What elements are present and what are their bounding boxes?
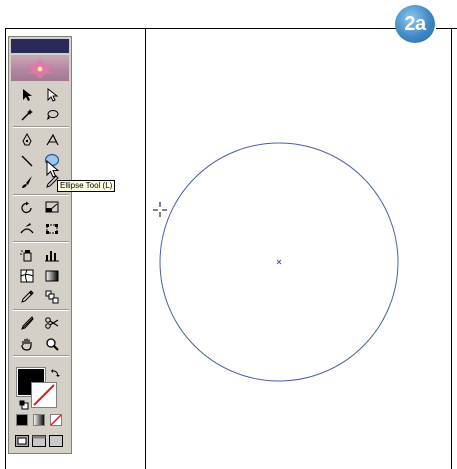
artboard-right-edge: [451, 28, 452, 469]
toolbox-separator: [13, 126, 69, 128]
zoom-tool[interactable]: [40, 334, 64, 354]
symbol-sprayer-tool[interactable]: [15, 245, 39, 265]
canvas[interactable]: [146, 29, 451, 469]
stroke-swatch[interactable]: [31, 382, 57, 408]
mesh-tool[interactable]: [15, 266, 39, 286]
selection-tool[interactable]: [15, 85, 39, 105]
color-button[interactable]: [13, 412, 31, 428]
hand-tool[interactable]: [15, 334, 39, 354]
artboard-left-edge: [5, 28, 6, 469]
line-segment-tool[interactable]: [15, 151, 39, 171]
pen-tool[interactable]: [15, 130, 39, 150]
toolbox-title-bar[interactable]: [11, 39, 69, 53]
direct-selection-tool[interactable]: [40, 85, 64, 105]
gradient-button[interactable]: [30, 412, 48, 428]
type-tool[interactable]: [40, 130, 64, 150]
none-button[interactable]: [47, 412, 65, 428]
toolbox-separator: [13, 194, 69, 196]
default-fill-stroke-icon[interactable]: [19, 397, 29, 410]
magic-wand-tool[interactable]: [15, 105, 39, 125]
toolbox-separator: [13, 241, 69, 243]
free-transform-tool[interactable]: [40, 219, 64, 239]
full-screen-mode-menu-button[interactable]: [30, 433, 48, 449]
eyedropper-tool[interactable]: [15, 287, 39, 307]
graph-tool[interactable]: [40, 245, 64, 265]
slice-tool[interactable]: [15, 313, 39, 333]
rotate-tool[interactable]: [15, 198, 39, 218]
scissors-tool[interactable]: [40, 313, 64, 333]
gradient-tool[interactable]: [40, 266, 64, 286]
pointer-cursor-icon: [46, 160, 60, 178]
standard-screen-mode-button[interactable]: [13, 433, 31, 449]
paintbrush-tool[interactable]: [15, 172, 39, 192]
ellipse-center-point: [276, 259, 282, 265]
scale-tool[interactable]: [40, 198, 64, 218]
full-screen-mode-button[interactable]: [47, 433, 65, 449]
lasso-tool[interactable]: [40, 105, 64, 125]
ellipse-tool-tooltip: Ellipse Tool (L): [57, 180, 116, 192]
toolbox-separator: [13, 355, 69, 357]
toolbox-separator: [13, 309, 69, 311]
warp-tool[interactable]: [15, 219, 39, 239]
toolbox: [8, 36, 72, 454]
swap-fill-stroke-icon[interactable]: [50, 365, 60, 377]
app-logo-flower: [11, 55, 69, 81]
blend-tool[interactable]: [40, 287, 64, 307]
crosshair-cursor: [153, 202, 167, 217]
